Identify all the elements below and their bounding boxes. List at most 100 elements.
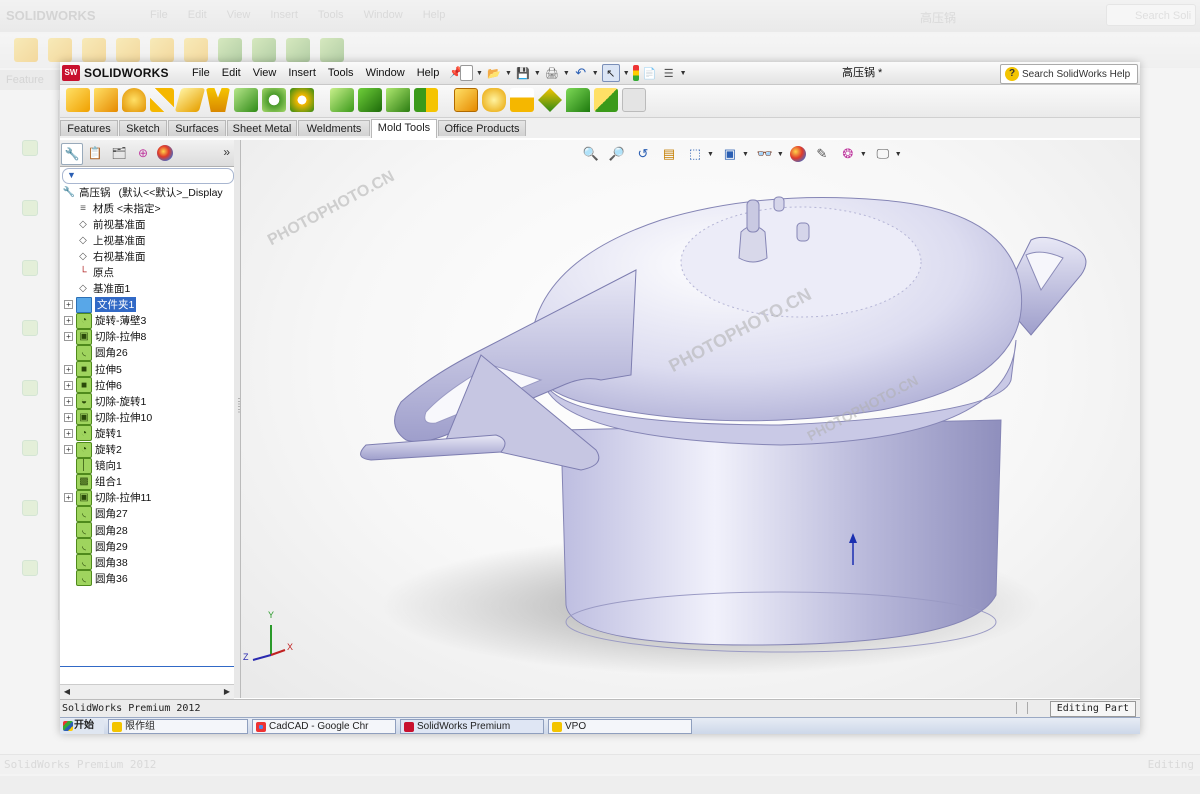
configuration-manager-tab-icon[interactable]: 🗂 <box>109 143 129 163</box>
tree-item[interactable]: + ◔ 旋转1 <box>64 425 122 442</box>
tree-item[interactable]: + ◔ 旋转-薄壁3 <box>64 312 146 329</box>
split-line-icon[interactable] <box>594 88 618 112</box>
print-icon[interactable]: 🖨 <box>544 65 560 81</box>
parting-surface-icon[interactable] <box>386 88 410 112</box>
print-dropdown-icon[interactable]: ▼ <box>563 70 570 77</box>
start-button[interactable]: 开始 <box>60 719 104 734</box>
tree-item[interactable]: ◇ 右视基准面 <box>64 248 145 264</box>
core-icon[interactable] <box>454 88 478 112</box>
tree-item[interactable]: ◇ 上视基准面 <box>64 232 145 248</box>
taskbar-item[interactable]: CadCAD - Google Chr <box>252 719 396 734</box>
undo-icon[interactable]: ↶ <box>573 65 589 81</box>
parting-line-icon[interactable] <box>330 88 354 112</box>
parting-line-analysis-icon[interactable] <box>290 88 314 112</box>
options-icon[interactable]: ☰ <box>661 65 677 81</box>
sweep-surface-icon[interactable] <box>150 88 174 112</box>
expand-toggle-icon[interactable]: + <box>64 364 73 374</box>
tree-item[interactable]: ◟ 圆角28 <box>64 522 128 538</box>
tree-item[interactable]: ≡ 材质 <未指定> <box>64 200 161 216</box>
knit-surface-icon[interactable] <box>566 88 590 112</box>
pressure-cooker-model[interactable] <box>241 140 1140 698</box>
scroll-left-icon[interactable]: ◀ <box>61 686 73 698</box>
shut-off-surfaces-icon[interactable] <box>358 88 382 112</box>
draft-icon[interactable] <box>206 88 230 112</box>
tab-sheet-metal[interactable]: Sheet Metal <box>227 120 297 136</box>
options-dropdown-icon[interactable]: ▼ <box>680 70 687 77</box>
expand-toggle-icon[interactable]: + <box>64 445 73 454</box>
display-pane-icon[interactable]: 🖵 <box>873 144 893 164</box>
revolve-surface-icon[interactable] <box>122 88 146 112</box>
tab-features[interactable]: Features <box>60 120 118 136</box>
offset-surface-icon[interactable] <box>94 88 118 112</box>
view-settings-dropdown-icon[interactable]: ▼ <box>860 151 867 158</box>
taskbar-item[interactable]: 限作组 <box>108 719 248 734</box>
panel-splitter[interactable]: ⋮ ⋮ <box>234 140 243 698</box>
menu-view[interactable]: View <box>247 62 283 84</box>
save-icon[interactable]: 💾 <box>515 65 531 81</box>
section-view-icon[interactable]: ▤ <box>659 144 679 164</box>
graphics-area[interactable]: Y Z X PHOTOPHOTO.CN PHOTOPHOTO.CN PHOTOP… <box>241 140 1140 698</box>
select-dropdown-icon[interactable]: ▼ <box>623 70 630 77</box>
tree-item[interactable]: ◇ 基准面1 <box>64 281 130 297</box>
undercut-analysis-icon[interactable] <box>262 88 286 112</box>
tab-office-products[interactable]: Office Products <box>438 120 526 136</box>
tree-item[interactable]: ◟ 圆角27 <box>64 505 128 522</box>
tree-item[interactable]: + ▣ 切除-拉伸10 <box>64 409 152 426</box>
menu-file[interactable]: File <box>186 62 216 84</box>
feature-filter-input[interactable]: ▼ <box>62 168 234 184</box>
expand-toggle-icon[interactable]: + <box>64 428 73 438</box>
menu-tools[interactable]: Tools <box>322 62 360 84</box>
ruled-surface-icon[interactable] <box>174 88 206 112</box>
tree-horizontal-scrollbar[interactable]: ◀ ▶ <box>60 684 234 699</box>
new-dropdown-icon[interactable]: ▼ <box>476 70 483 77</box>
rollback-bar[interactable] <box>60 666 234 667</box>
file-properties-icon[interactable]: 📄 <box>642 65 658 81</box>
search-help-input[interactable]: ? Search SolidWorks Help <box>1000 64 1138 84</box>
zoom-to-fit-icon[interactable]: 🔍 <box>581 144 601 164</box>
rebuild-traffic-light-icon[interactable] <box>632 65 639 81</box>
tree-item[interactable]: + ◔ 旋转2 <box>64 441 122 458</box>
tree-item[interactable]: ◟ 圆角26 <box>64 344 128 361</box>
tree-item[interactable]: + ■ 拉伸5 <box>64 361 122 377</box>
save-dropdown-icon[interactable]: ▼ <box>534 70 541 77</box>
menu-window[interactable]: Window <box>360 62 411 84</box>
display-manager-tab-icon[interactable] <box>157 145 173 161</box>
tree-item[interactable]: + ◒ 切除-旋转1 <box>64 393 146 410</box>
hide-show-dropdown-icon[interactable]: ▼ <box>777 151 784 158</box>
menu-edit[interactable]: Edit <box>216 62 247 84</box>
open-folder-icon[interactable]: 📂 <box>486 65 502 81</box>
expand-toggle-icon[interactable]: + <box>64 300 73 310</box>
tree-item[interactable]: + 文件夹1 <box>64 296 137 313</box>
tree-item[interactable]: ◟ 圆角38 <box>64 554 128 571</box>
display-style-icon[interactable]: ▣ <box>720 144 740 164</box>
draft-analysis-icon[interactable] <box>234 88 258 112</box>
extrude-surface-icon[interactable] <box>66 88 90 112</box>
feature-manager-tab-icon[interactable]: 🔧 <box>61 143 83 165</box>
view-settings-icon[interactable]: ❂ <box>838 144 858 164</box>
insert-mold-folders-icon[interactable] <box>510 88 534 112</box>
display-style-dropdown-icon[interactable]: ▼ <box>742 151 749 158</box>
tree-item[interactable]: ◟ 圆角29 <box>64 538 128 555</box>
tab-mold-tools[interactable]: Mold Tools <box>371 119 437 138</box>
undo-dropdown-icon[interactable]: ▼ <box>592 70 599 77</box>
tree-root[interactable]: 🔧 高压锅 (默认<<默认>_Display <box>62 184 223 200</box>
hide-show-items-icon[interactable]: 👓 <box>755 144 775 164</box>
tab-sketch[interactable]: Sketch <box>119 120 167 136</box>
dimxpert-tab-icon[interactable]: ⊕ <box>133 143 153 163</box>
expand-toggle-icon[interactable]: + <box>64 332 73 342</box>
tree-item[interactable]: └ 原点 <box>64 264 114 280</box>
view-orientation-icon[interactable]: ⬚ <box>685 144 705 164</box>
more-tabs-icon[interactable]: » <box>223 145 230 159</box>
taskbar-item[interactable]: VPO <box>548 719 692 734</box>
tree-item[interactable]: ◟ 圆角36 <box>64 570 128 587</box>
expand-toggle-icon[interactable]: + <box>64 493 73 503</box>
tooling-split-icon[interactable] <box>414 88 438 112</box>
select-cursor-icon[interactable]: ↖ <box>601 64 620 82</box>
property-manager-tab-icon[interactable]: 📋 <box>85 143 105 163</box>
open-dropdown-icon[interactable]: ▼ <box>505 70 512 77</box>
apply-scene-icon[interactable]: ✎ <box>812 144 832 164</box>
expand-toggle-icon[interactable]: + <box>64 396 73 406</box>
edit-appearance-icon[interactable] <box>789 146 806 162</box>
scroll-right-icon[interactable]: ▶ <box>221 686 233 698</box>
tree-item[interactable]: │ 镜向1 <box>64 457 122 474</box>
